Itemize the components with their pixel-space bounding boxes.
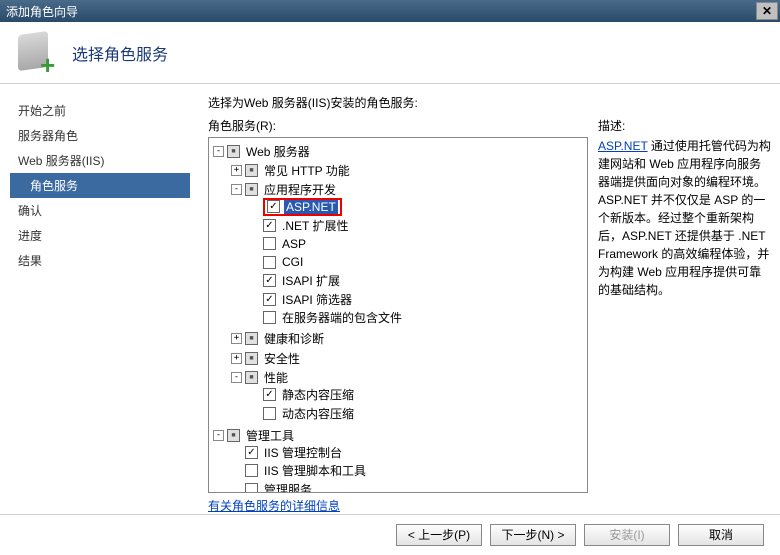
tree-node-label[interactable]: ASP.NET [284, 200, 338, 214]
tree-expander [249, 257, 260, 268]
close-button[interactable]: ✕ [756, 2, 778, 20]
tree-expander [249, 238, 260, 249]
prev-button[interactable]: < 上一步(P) [396, 524, 482, 546]
details-link[interactable]: 有关角色服务的详细信息 [208, 497, 588, 514]
tree-checkbox[interactable] [263, 311, 276, 324]
tree-node-label[interactable]: 安全性 [262, 350, 302, 367]
tree-expander[interactable]: - [231, 372, 242, 383]
tree-checkbox[interactable] [263, 219, 276, 232]
sidebar-step-3[interactable]: 角色服务 [10, 173, 190, 198]
sidebar-step-0[interactable]: 开始之前 [10, 98, 190, 123]
tree-checkbox[interactable] [263, 274, 276, 287]
role-services-tree[interactable]: -Web 服务器+常见 HTTP 功能-应用程序开发ASP.NET.NET 扩展… [208, 137, 588, 493]
tree-node-label[interactable]: IIS 管理脚本和工具 [262, 462, 368, 479]
server-role-icon: + [14, 31, 58, 75]
tree-expander [231, 465, 242, 476]
tree-checkbox[interactable] [245, 164, 258, 177]
wizard-footer: < 上一步(P) 下一步(N) > 安装(I) 取消 [0, 514, 780, 554]
tree-checkbox[interactable] [263, 256, 276, 269]
tree-checkbox[interactable] [245, 483, 258, 494]
tree-checkbox[interactable] [263, 388, 276, 401]
tree-checkbox[interactable] [245, 464, 258, 477]
tree-node-label[interactable]: IIS 管理控制台 [262, 444, 344, 461]
tree-checkbox[interactable] [227, 429, 240, 442]
sidebar-step-1[interactable]: 服务器角色 [10, 123, 190, 148]
tree-node-label[interactable]: ISAPI 扩展 [280, 272, 342, 289]
tree-expander [249, 201, 260, 212]
tree-checkbox[interactable] [263, 237, 276, 250]
install-button: 安装(I) [584, 524, 670, 546]
tree-node-label[interactable]: 管理工具 [244, 427, 296, 444]
tree-expander [249, 408, 260, 419]
tree-expander [249, 275, 260, 286]
tree-expander [249, 220, 260, 231]
sidebar-step-6[interactable]: 结果 [10, 248, 190, 273]
tree-expander [231, 447, 242, 458]
tree-node-label[interactable]: 在服务器端的包含文件 [280, 309, 404, 326]
tree-expander [249, 389, 260, 400]
tree-expander [249, 312, 260, 323]
description-link[interactable]: ASP.NET [598, 139, 648, 153]
tree-expander[interactable]: - [213, 146, 224, 157]
instruction-text: 选择为Web 服务器(IIS)安装的角色服务: [208, 94, 772, 111]
tree-checkbox[interactable] [263, 407, 276, 420]
tree-checkbox[interactable] [263, 293, 276, 306]
tree-node-label[interactable]: 应用程序开发 [262, 181, 338, 198]
tree-node-label[interactable]: ASP [280, 237, 308, 251]
tree-node-label[interactable]: 性能 [262, 369, 290, 386]
tree-checkbox[interactable] [245, 183, 258, 196]
sidebar-step-4[interactable]: 确认 [10, 198, 190, 223]
tree-expander [231, 484, 242, 494]
tree-checkbox[interactable] [245, 446, 258, 459]
description-label: 描述: [598, 117, 772, 134]
tree-node-label[interactable]: CGI [280, 255, 305, 269]
tree-checkbox[interactable] [227, 145, 240, 158]
tree-node-label[interactable]: 静态内容压缩 [280, 386, 356, 403]
next-button[interactable]: 下一步(N) > [490, 524, 576, 546]
tree-checkbox[interactable] [245, 352, 258, 365]
tree-node-label[interactable]: 健康和诊断 [262, 330, 326, 347]
tree-node-label[interactable]: 常见 HTTP 功能 [262, 162, 352, 179]
description-text: ASP.NET 通过使用托管代码为构建网站和 Web 应用程序向服务器端提供面向… [598, 137, 772, 299]
tree-node-label[interactable]: 动态内容压缩 [280, 405, 356, 422]
sidebar-step-2[interactable]: Web 服务器(IIS) [10, 148, 190, 173]
tree-expander [249, 294, 260, 305]
wizard-header: + 选择角色服务 [0, 22, 780, 84]
tree-node-label[interactable]: 管理服务 [262, 481, 314, 494]
tree-checkbox[interactable] [245, 332, 258, 345]
tree-label: 角色服务(R): [208, 117, 588, 134]
highlight-box: ASP.NET [263, 198, 342, 216]
tree-expander[interactable]: - [213, 430, 224, 441]
tree-checkbox[interactable] [267, 200, 280, 213]
wizard-steps-sidebar: 开始之前服务器角色Web 服务器(IIS)角色服务确认进度结果 [0, 84, 200, 514]
sidebar-step-5[interactable]: 进度 [10, 223, 190, 248]
tree-node-label[interactable]: ISAPI 筛选器 [280, 291, 354, 308]
cancel-button[interactable]: 取消 [678, 524, 764, 546]
tree-expander[interactable]: + [231, 353, 242, 364]
window-title: 添加角色向导 [6, 3, 78, 20]
page-title: 选择角色服务 [72, 41, 168, 65]
tree-expander[interactable]: + [231, 333, 242, 344]
tree-node-label[interactable]: .NET 扩展性 [280, 217, 350, 234]
titlebar: 添加角色向导 ✕ [0, 0, 780, 22]
tree-node-label[interactable]: Web 服务器 [244, 143, 312, 160]
tree-checkbox[interactable] [245, 371, 258, 384]
tree-expander[interactable]: - [231, 184, 242, 195]
tree-expander[interactable]: + [231, 165, 242, 176]
